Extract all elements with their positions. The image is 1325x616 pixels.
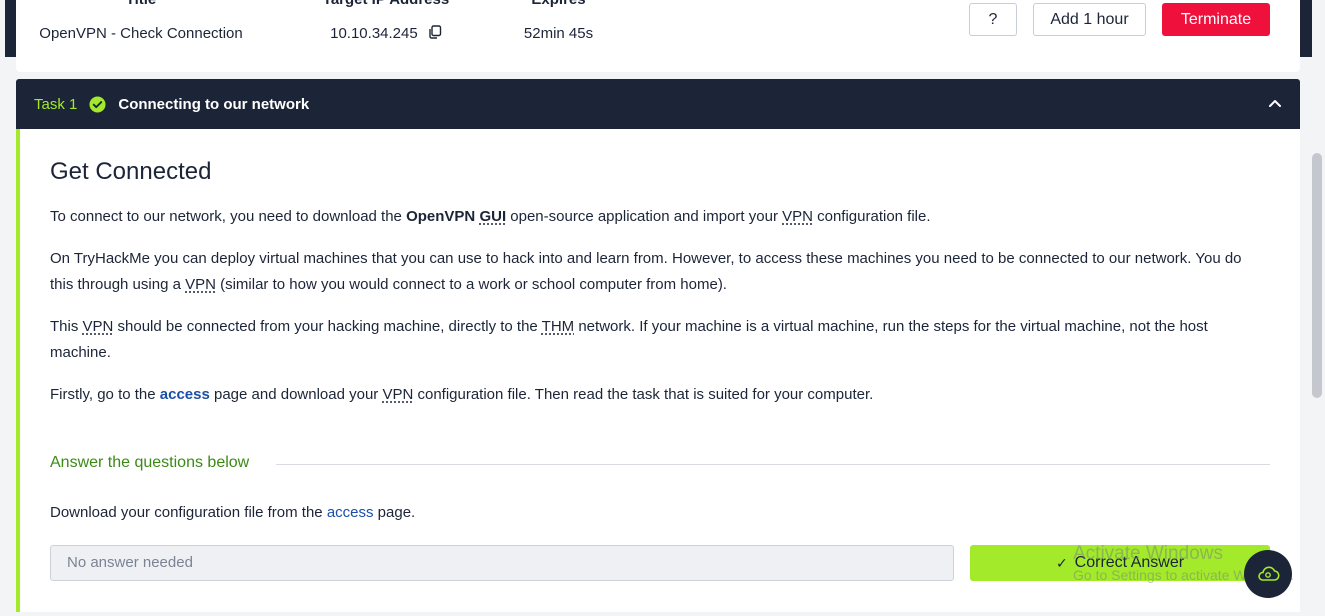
task-heading: Get Connected [50, 158, 212, 185]
target-ip-value: 10.10.34.245 [330, 25, 418, 42]
expires-header: Expires [506, 0, 611, 8]
machine-title-value: OpenVPN - Check Connection [39, 25, 243, 42]
paragraph-hacking-machine: This VPN should be connected from your h… [50, 314, 1250, 366]
paragraph-deploy: On TryHackMe you can deploy virtual mach… [50, 246, 1250, 298]
question-text: Download your configuration file from th… [50, 504, 415, 521]
vpn-abbr: VPN [782, 208, 813, 225]
task-header[interactable]: Task 1 Connecting to our network [16, 79, 1300, 129]
text: page. [373, 504, 416, 521]
target-ip-row: 10.10.34.245 [306, 25, 466, 42]
terminate-button[interactable]: Terminate [1162, 3, 1270, 36]
text: should be connected from your hacking ma… [113, 318, 542, 335]
openvpn-bold: OpenVPN [406, 208, 480, 225]
access-link[interactable]: access [160, 386, 210, 403]
task-number: Task 1 [34, 95, 78, 113]
answers-heading: Answer the questions below [50, 454, 250, 471]
expires-value: 52min 45s [523, 25, 594, 42]
vpn-abbr: VPN [185, 276, 216, 293]
floating-help-button[interactable] [1244, 550, 1292, 598]
help-button[interactable]: ? [969, 3, 1017, 36]
chevron-up-icon[interactable] [1268, 96, 1282, 110]
machine-info-card: Title OpenVPN - Check Connection Target … [16, 0, 1300, 72]
answer-input[interactable]: No answer needed [50, 545, 954, 581]
text: configuration file. Then read the task t… [413, 386, 874, 403]
task-body: Get Connected To connect to our network,… [16, 129, 1300, 612]
text: (similar to how you would connect to a w… [215, 276, 727, 293]
text: Download your configuration file from th… [50, 504, 327, 521]
question-access-link[interactable]: access [327, 504, 374, 521]
cloud-icon [1258, 566, 1280, 581]
scrollbar-thumb[interactable] [1312, 153, 1322, 398]
vpn-abbr: VPN [382, 386, 414, 403]
machine-title-header: Title [36, 0, 246, 8]
gui-abbr: GUI [479, 208, 507, 225]
check-circle-icon [89, 95, 106, 113]
text: page and download your [209, 386, 383, 403]
text: open-source application and import your [506, 208, 783, 225]
paragraph-access: Firstly, go to the access page and downl… [50, 382, 1250, 408]
task-title: Connecting to our network [118, 95, 310, 113]
thm-abbr: THM [541, 318, 575, 335]
vpn-abbr: VPN [82, 318, 114, 335]
copy-icon[interactable] [428, 25, 442, 39]
text: configuration file. [812, 208, 931, 225]
check-icon: ✓ [1055, 554, 1068, 571]
text: Firstly, go to the [50, 386, 160, 403]
target-ip-header: Target IP Address [306, 0, 466, 8]
divider [276, 464, 1270, 465]
text: This [50, 318, 83, 335]
text: To connect to our network, you need to d… [50, 208, 407, 225]
paragraph-download: To connect to our network, you need to d… [50, 204, 1250, 230]
add-hour-button[interactable]: Add 1 hour [1033, 3, 1146, 36]
